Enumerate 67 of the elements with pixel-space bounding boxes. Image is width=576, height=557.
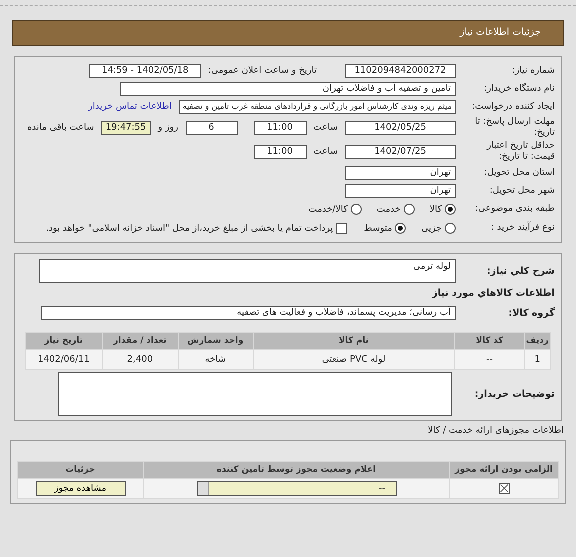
- input-field[interactable]: 1402/07/25: [345, 145, 456, 159]
- field-label: گروه کالا:: [508, 308, 555, 318]
- table-cell: شاخه: [178, 350, 254, 370]
- dropdown-value: --: [379, 484, 386, 494]
- page-header: جزئیات اطلاعات نیاز: [12, 20, 564, 46]
- field-label: استان محل تحویل:: [483, 168, 555, 178]
- column-header: تاريخ نیاز: [26, 332, 102, 350]
- checkbox[interactable]: [498, 483, 510, 494]
- contact-link[interactable]: اطلاعات تماس خریدار: [88, 102, 172, 112]
- field-label: نوع فرآیند خرید :: [490, 223, 555, 234]
- checkbox-label: پرداخت تمام یا بخشی از مبلغ خرید،از محل "اسناد خزانه اسلامی" خواهد بود.: [46, 224, 334, 234]
- field-label: روز و: [158, 123, 178, 133]
- input-field[interactable]: 11:00: [254, 145, 306, 159]
- field-label: طبقه بندی موضوعی:: [474, 204, 555, 215]
- field-label: شرح کلي نیاز:: [486, 266, 555, 276]
- radio-button[interactable]: [445, 223, 456, 234]
- column-header: اعلام وضعیت مجوز توسط تامین کننده: [144, 462, 450, 478]
- field-label: مهلت ارسال پاسخ: تا تاریخ:: [474, 117, 555, 139]
- radio-label: متوسط: [364, 224, 392, 234]
- input-field[interactable]: 1402/05/18 - 14:59: [89, 64, 202, 78]
- status-dropdown[interactable]: --: [196, 481, 396, 496]
- table-cell: 2,400: [102, 350, 178, 370]
- section-title: اطلاعات مجوزهای ارائه خدمت / کالا: [427, 426, 565, 436]
- radio-label: جزیی: [421, 224, 442, 234]
- radio-label: کالا: [430, 204, 442, 214]
- table-cell: 1: [524, 350, 550, 370]
- input-field[interactable]: 1102094842000272: [345, 64, 456, 78]
- column-header: ردیف: [524, 332, 550, 350]
- notes-field[interactable]: [58, 372, 452, 416]
- field-label: شماره نیاز:: [511, 66, 555, 76]
- radio-label: خدمت: [376, 204, 401, 214]
- column-header: نام کالا: [253, 332, 455, 350]
- field-label: تاريخ و ساعت اعلان عمومی:: [208, 66, 317, 76]
- column-header: تعداد / مقدار: [102, 332, 178, 350]
- field-label: حداقل تاريخ اعتبار قیمت: تا تاریخ:: [486, 141, 555, 163]
- countdown-field[interactable]: 19:47:55: [101, 121, 152, 135]
- column-header: جزئیات: [18, 462, 144, 478]
- input-field[interactable]: آب رسانی؛ مدیریت پسماند، فاضلاب و فعالیت های تصفیه: [41, 306, 456, 320]
- radio-button[interactable]: [350, 204, 362, 215]
- radio-button[interactable]: [404, 204, 415, 215]
- field-label: شهر محل تحویل:: [488, 186, 555, 196]
- table-cell: --: [454, 350, 525, 370]
- input-field[interactable]: میثم ریزه وندی کارشناس امور بازرگانی و قراردادهای منطقه غرب تامین و تصفیه: [178, 100, 456, 114]
- field-label: ساعت: [314, 123, 338, 133]
- field-label: ساعت باقی مانده: [27, 123, 94, 133]
- radio-label: کالا/خدمت: [308, 204, 348, 214]
- input-field[interactable]: تهران: [345, 166, 456, 180]
- table-cell: لوله PVC صنعتی: [253, 350, 455, 370]
- field-label: ساعت: [314, 147, 338, 157]
- input-field[interactable]: تهران: [345, 184, 456, 198]
- checkbox[interactable]: [336, 223, 348, 234]
- radio-button[interactable]: [445, 204, 456, 215]
- column-header: واحد شمارش: [178, 332, 254, 350]
- input-field[interactable]: 1402/05/25: [345, 121, 456, 135]
- table-cell: 1402/06/11: [26, 350, 102, 370]
- radio-button[interactable]: [395, 223, 406, 234]
- view-permit-button[interactable]: مشاهده مجوز: [36, 481, 126, 496]
- column-header: الزامی بودن ارائه مجوز: [450, 462, 558, 478]
- field-label: نام دستگاه خریدار:: [483, 84, 555, 94]
- column-header: کد کالا: [454, 332, 525, 350]
- input-field[interactable]: تامین و تصفیه آب و فاضلاب تهران: [120, 82, 456, 96]
- description-field[interactable]: لوله ترمی: [39, 259, 456, 283]
- input-field[interactable]: 6: [186, 121, 238, 135]
- field-label: ایجاد کننده درخواست:: [471, 102, 555, 112]
- field-label: توضیحات خریدار:: [474, 388, 555, 400]
- section-title: اطلاعات کالاهاي مورد نیاز: [431, 288, 555, 299]
- input-field[interactable]: 11:00: [254, 121, 306, 135]
